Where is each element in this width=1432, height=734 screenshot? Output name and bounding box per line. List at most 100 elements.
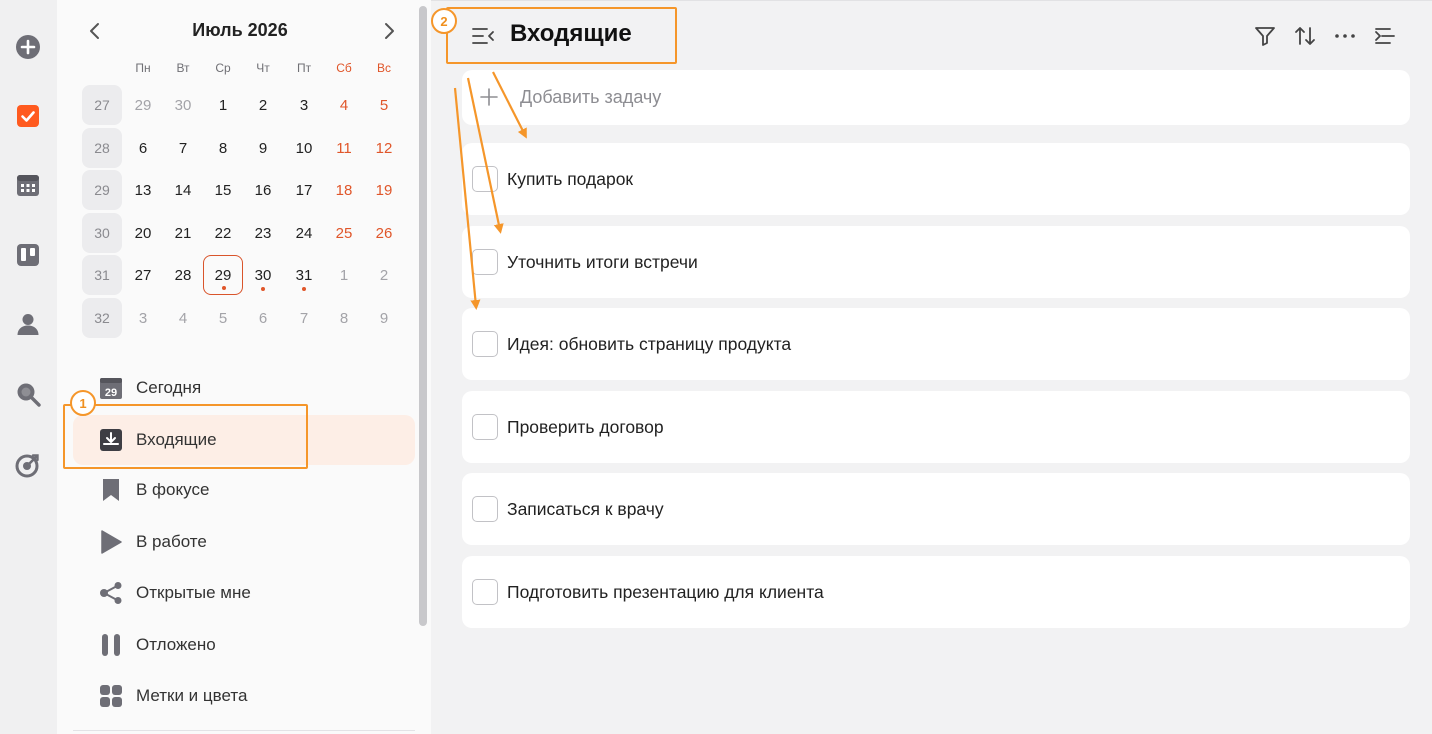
calendar-day-number: 21 bbox=[174, 224, 192, 242]
checkbox-icon[interactable] bbox=[14, 102, 42, 130]
nav-item-focus[interactable]: В фокусе bbox=[73, 465, 415, 515]
calendar-day[interactable]: 1 bbox=[203, 85, 243, 125]
task-row[interactable]: Записаться к врачу bbox=[462, 473, 1410, 545]
kanban-icon[interactable] bbox=[14, 241, 42, 269]
calendar-day[interactable]: 31 bbox=[284, 255, 324, 295]
task-row[interactable]: Уточнить итоги встречи bbox=[462, 226, 1410, 298]
calendar-day[interactable]: 3 bbox=[123, 298, 163, 338]
calendar-day[interactable]: 24 bbox=[284, 213, 324, 253]
calendar-day[interactable]: 1 bbox=[324, 255, 364, 295]
task-row[interactable]: Проверить договор bbox=[462, 391, 1410, 463]
calendar-day[interactable]: 20 bbox=[123, 213, 163, 253]
calendar-day[interactable]: 5 bbox=[203, 298, 243, 338]
calendar-day-badge: 29 bbox=[105, 387, 117, 399]
nav-item-inbox[interactable]: Входящие bbox=[73, 415, 415, 465]
week-number[interactable]: 30 bbox=[82, 213, 122, 253]
nav-item-today[interactable]: 29 Сегодня bbox=[73, 363, 415, 413]
calendar-day-number: 5 bbox=[218, 309, 228, 327]
task-checkbox[interactable] bbox=[472, 331, 498, 357]
chevron-right-icon[interactable] bbox=[376, 18, 402, 44]
calendar-day[interactable]: 13 bbox=[123, 170, 163, 210]
calendar-day[interactable]: 8 bbox=[203, 128, 243, 168]
calendar-day-number: 5 bbox=[379, 96, 389, 114]
add-task-input[interactable] bbox=[520, 87, 1120, 108]
calendar-day[interactable]: 15 bbox=[203, 170, 243, 210]
calendar-icon[interactable] bbox=[14, 171, 42, 199]
nav-item-postponed[interactable]: Отложено bbox=[73, 620, 415, 670]
task-row[interactable]: Идея: обновить страницу продукта bbox=[462, 308, 1410, 380]
calendar-day-number: 27 bbox=[134, 266, 152, 284]
week-number[interactable]: 27 bbox=[82, 85, 122, 125]
calendar-day-number: 2 bbox=[379, 266, 389, 284]
add-task-row[interactable] bbox=[462, 70, 1410, 125]
calendar-day[interactable]: 26 bbox=[364, 213, 404, 253]
calendar-day[interactable]: 12 bbox=[364, 128, 404, 168]
calendar-day[interactable]: 29 bbox=[123, 85, 163, 125]
calendar-day[interactable]: 2 bbox=[243, 85, 283, 125]
sidebar-scrollbar[interactable] bbox=[419, 6, 427, 626]
task-checkbox[interactable] bbox=[472, 414, 498, 440]
calendar-day[interactable]: 9 bbox=[364, 298, 404, 338]
task-row[interactable]: Купить подарок bbox=[462, 143, 1410, 215]
filter-icon[interactable] bbox=[1251, 22, 1279, 50]
calendar-day[interactable]: 18 bbox=[324, 170, 364, 210]
calendar-day[interactable]: 21 bbox=[163, 213, 203, 253]
week-number[interactable]: 32 bbox=[82, 298, 122, 338]
details-panel-icon[interactable] bbox=[1371, 22, 1399, 50]
target-icon[interactable] bbox=[14, 451, 42, 479]
calendar-day[interactable]: 30 bbox=[243, 255, 283, 295]
calendar-day[interactable]: 6 bbox=[123, 128, 163, 168]
nav-item-label: В работе bbox=[136, 532, 207, 551]
week-number[interactable]: 28 bbox=[82, 128, 122, 168]
sort-icon[interactable] bbox=[1291, 22, 1319, 50]
nav-item-tags[interactable]: Метки и цвета bbox=[73, 671, 415, 721]
page-title: Входящие bbox=[510, 20, 632, 47]
calendar-day-number: 12 bbox=[375, 139, 393, 157]
week-number[interactable]: 29 bbox=[82, 170, 122, 210]
calendar-day[interactable]: 28 bbox=[163, 255, 203, 295]
calendar-day[interactable]: 14 bbox=[163, 170, 203, 210]
calendar-day[interactable]: 30 bbox=[163, 85, 203, 125]
calendar-header: Июль 2026 bbox=[80, 14, 400, 48]
calendar-month-title[interactable]: Июль 2026 bbox=[80, 20, 400, 41]
search-icon[interactable] bbox=[14, 380, 42, 408]
calendar-day[interactable]: 27 bbox=[123, 255, 163, 295]
calendar-day[interactable]: 16 bbox=[243, 170, 283, 210]
calendar-day[interactable]: 25 bbox=[324, 213, 364, 253]
nav-item-in-progress[interactable]: В работе bbox=[73, 517, 415, 567]
annotation-badge-1: 1 bbox=[70, 390, 96, 416]
calendar-day[interactable]: 4 bbox=[163, 298, 203, 338]
task-checkbox[interactable] bbox=[472, 166, 498, 192]
calendar-day[interactable]: 7 bbox=[163, 128, 203, 168]
task-row[interactable]: Подготовить презентацию для клиента bbox=[462, 556, 1410, 628]
calendar-day[interactable]: 3 bbox=[284, 85, 324, 125]
calendar-day[interactable]: 9 bbox=[243, 128, 283, 168]
calendar-day[interactable]: 6 bbox=[243, 298, 283, 338]
calendar-day[interactable]: 23 bbox=[243, 213, 283, 253]
collapse-sidebar-icon[interactable] bbox=[470, 24, 496, 48]
calendar-day[interactable]: 19 bbox=[364, 170, 404, 210]
calendar-day-number: 1 bbox=[339, 266, 349, 284]
calendar-day[interactable]: 10 bbox=[284, 128, 324, 168]
calendar-day-number: 9 bbox=[379, 309, 389, 327]
add-icon[interactable] bbox=[14, 33, 42, 61]
task-checkbox[interactable] bbox=[472, 496, 498, 522]
calendar-day-number: 10 bbox=[295, 139, 313, 157]
calendar-day[interactable]: 8 bbox=[324, 298, 364, 338]
calendar-day[interactable]: 22 bbox=[203, 213, 243, 253]
plus-icon[interactable] bbox=[478, 86, 500, 108]
week-number[interactable]: 31 bbox=[82, 255, 122, 295]
calendar-day[interactable]: 4 bbox=[324, 85, 364, 125]
calendar-day[interactable]: 5 bbox=[364, 85, 404, 125]
task-checkbox[interactable] bbox=[472, 249, 498, 275]
calendar-day-number: 4 bbox=[178, 309, 188, 327]
calendar-day[interactable]: 11 bbox=[324, 128, 364, 168]
calendar-day[interactable]: 2 bbox=[364, 255, 404, 295]
calendar-day[interactable]: 7 bbox=[284, 298, 324, 338]
more-icon[interactable] bbox=[1331, 22, 1359, 50]
calendar-day[interactable]: 17 bbox=[284, 170, 324, 210]
task-checkbox[interactable] bbox=[472, 579, 498, 605]
calendar-day[interactable]: 29 bbox=[203, 255, 243, 295]
user-icon[interactable] bbox=[14, 310, 42, 338]
nav-item-shared[interactable]: Открытые мне bbox=[73, 568, 415, 618]
